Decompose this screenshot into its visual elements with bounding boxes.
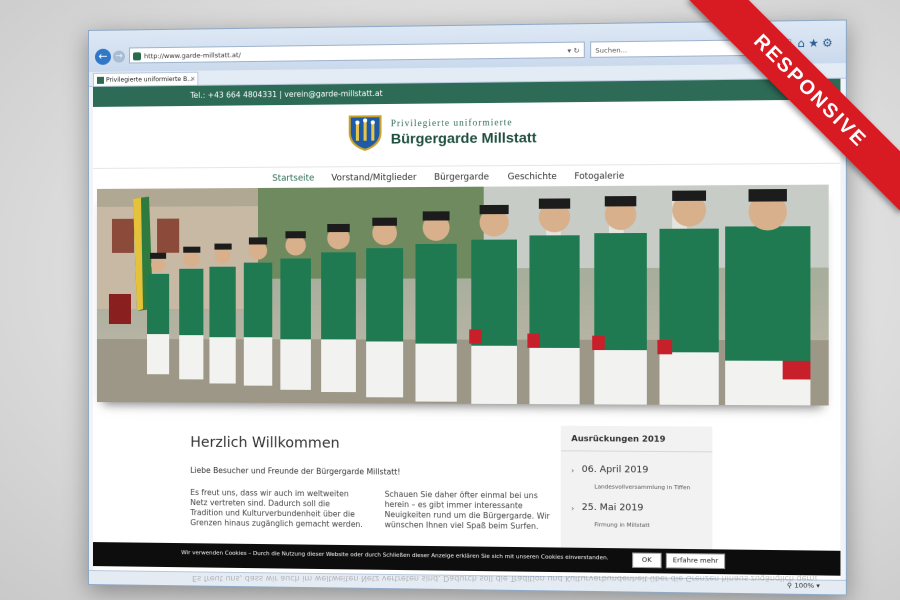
nav-vorstand[interactable]: Vorstand/Mitglieder bbox=[331, 173, 416, 184]
event-desc: Firmung in Millstatt bbox=[594, 522, 650, 530]
nav-startseite[interactable]: Startseite bbox=[272, 174, 314, 184]
event-date[interactable]: 06. April 2019 bbox=[582, 465, 649, 476]
arrow-right-icon: › bbox=[571, 466, 575, 475]
welcome-column-2: Schauen Sie daher öfter einmal bei uns h… bbox=[384, 489, 550, 531]
tab-favicon-icon bbox=[96, 76, 104, 84]
address-url: http://www.garde-millstatt.at/ bbox=[144, 51, 241, 61]
logo-title: Bürgergarde Millstatt bbox=[390, 129, 537, 147]
cookie-text: Wir verwenden Cookies – Durch die Nutzun… bbox=[181, 550, 609, 562]
intro-text: Liebe Besucher und Freunde der Bürgergar… bbox=[190, 465, 401, 477]
site-favicon-icon bbox=[132, 52, 142, 61]
ribbon-label: RESPONSIVE bbox=[689, 0, 900, 212]
event-date[interactable]: 25. Mai 2019 bbox=[582, 503, 644, 514]
nav-fotogalerie[interactable]: Fotogalerie bbox=[574, 171, 624, 182]
close-tab-icon[interactable]: ✕ bbox=[190, 73, 195, 86]
address-bar[interactable]: http://www.garde-millstatt.at/ ▾ ↻ bbox=[128, 41, 585, 64]
forward-button[interactable]: → bbox=[112, 50, 125, 63]
divider bbox=[560, 450, 713, 453]
reflection-text: Es freut uns, dass wir auch im weltweite… bbox=[192, 574, 817, 583]
events-sidebar: Ausrückungen 2019 › 06. April 2019 Lande… bbox=[560, 425, 713, 561]
events-heading: Ausrückungen 2019 bbox=[571, 433, 666, 444]
browser-tab[interactable]: Privilegierte uniformierte B... ✕ bbox=[92, 71, 199, 86]
responsive-ribbon: RESPONSIVE bbox=[620, 0, 900, 280]
window-reflection: Es freut uns, dass wir auch im weltweite… bbox=[92, 566, 817, 600]
nav-geschichte[interactable]: Geschichte bbox=[508, 172, 557, 183]
welcome-column-1: Es freut uns, dass wir auch im weltweite… bbox=[190, 487, 363, 529]
contact-info[interactable]: Tel.: +43 664 4804331 | verein@garde-mil… bbox=[190, 89, 382, 100]
logo-subtitle: Privilegierte uniformierte bbox=[390, 117, 513, 129]
event-desc: Landesvollversammlung in Tiffen bbox=[594, 484, 691, 492]
nav-buergergarde[interactable]: Bürgergarde bbox=[434, 172, 489, 183]
refresh-icon[interactable]: ▾ ↻ bbox=[567, 43, 579, 60]
crest-icon bbox=[348, 114, 383, 151]
arrow-right-icon: › bbox=[571, 504, 575, 513]
page-title: Herzlich Willkommen bbox=[190, 434, 340, 452]
back-button[interactable]: ← bbox=[94, 48, 111, 65]
tab-title: Privilegierte uniformierte B... bbox=[105, 75, 193, 84]
